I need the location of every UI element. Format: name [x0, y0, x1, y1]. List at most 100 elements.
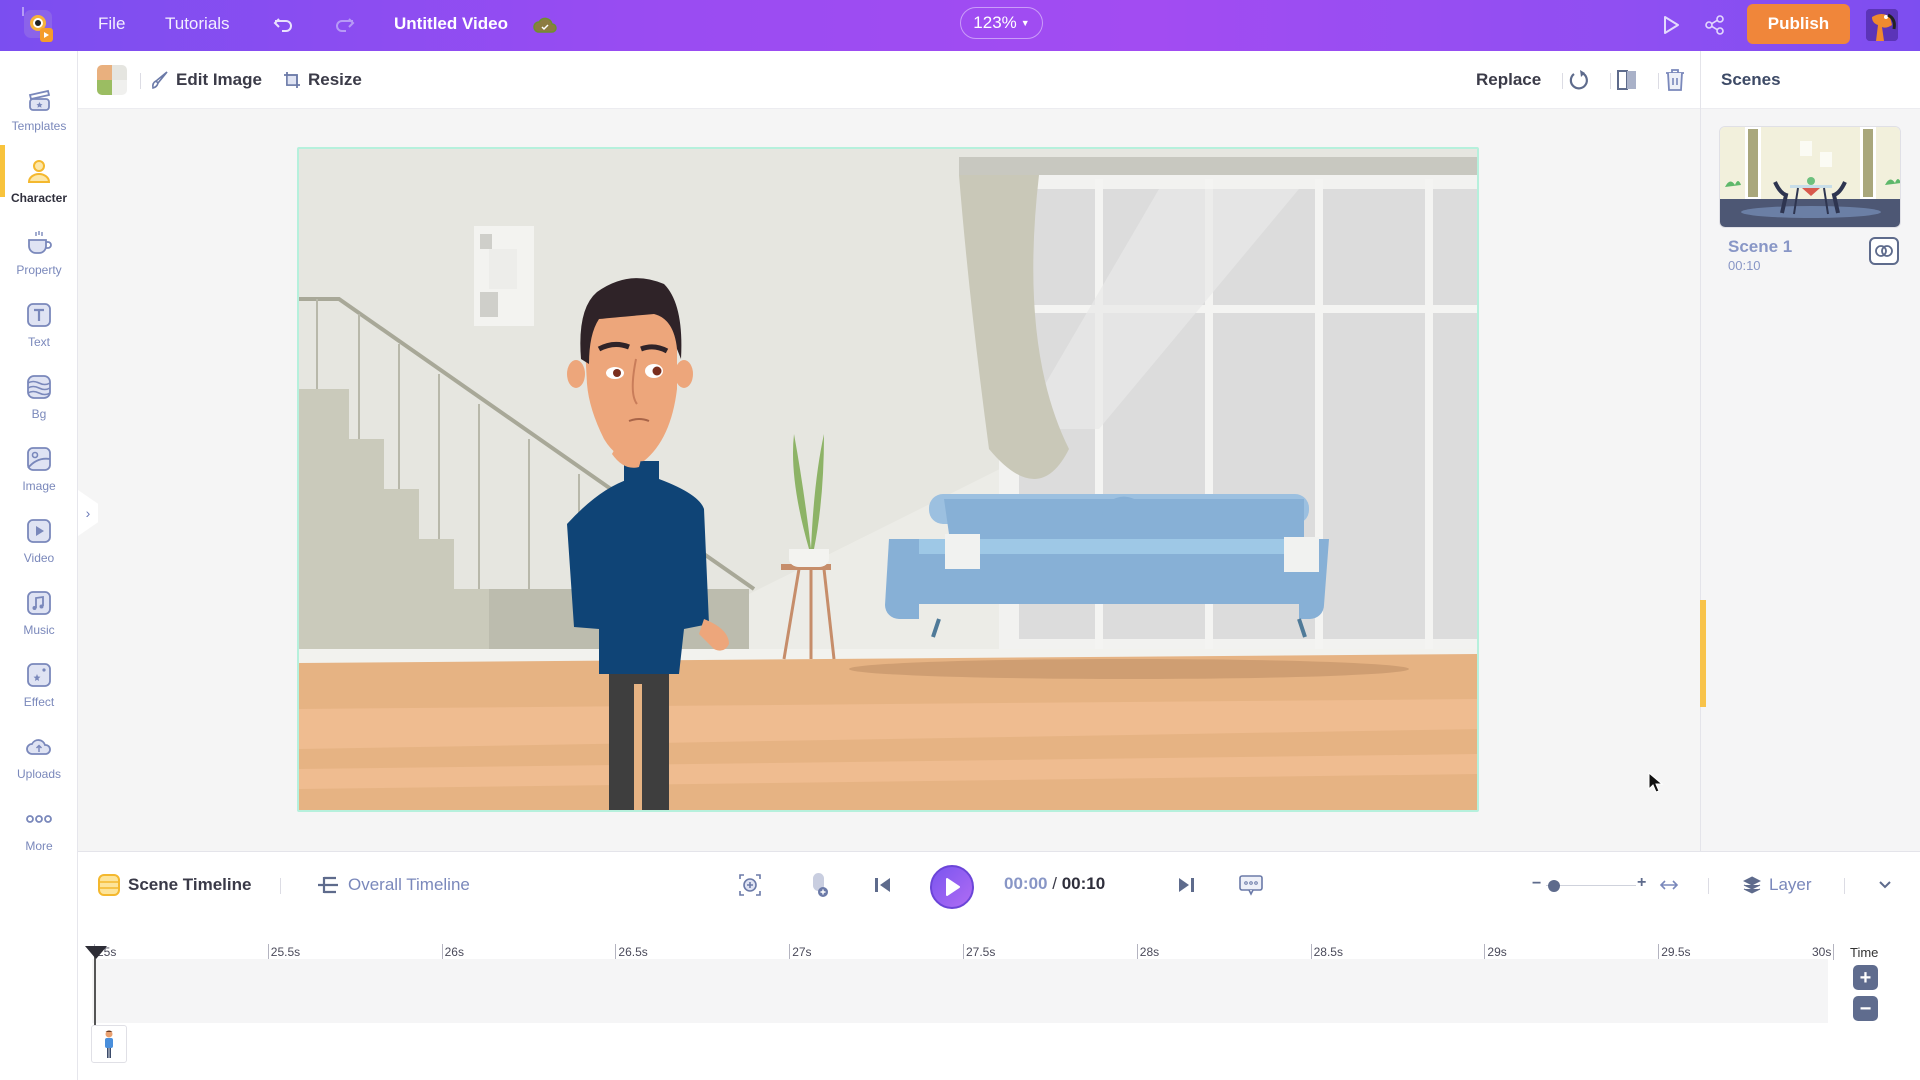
overall-timeline-icon	[318, 876, 338, 894]
collapse-timeline-button[interactable]	[1870, 870, 1900, 900]
undo-icon[interactable]	[270, 12, 296, 38]
layer-button[interactable]: Layer	[1743, 852, 1812, 918]
horizontal-arrows-icon	[1659, 880, 1679, 890]
scenes-title: Scenes	[1701, 51, 1920, 109]
tab-overall-timeline[interactable]: Overall Timeline	[316, 852, 470, 918]
skip-forward-icon	[1179, 878, 1194, 892]
voiceover-button[interactable]	[804, 870, 834, 900]
sidebar-item-label: Text	[27, 335, 50, 349]
subtitles-button[interactable]	[1236, 870, 1266, 900]
play-icon	[946, 878, 960, 896]
video-canvas[interactable]	[297, 147, 1479, 812]
project-title[interactable]: Untitled Video	[394, 0, 508, 51]
play-outline-icon[interactable]	[1658, 12, 1684, 38]
effect-icon	[27, 663, 51, 687]
add-camera-button[interactable]	[735, 870, 765, 900]
flip-button[interactable]	[1616, 51, 1638, 109]
panel-resize-handle[interactable]	[1700, 600, 1706, 707]
play-button[interactable]	[930, 865, 974, 909]
total-time: 00:10	[1061, 874, 1106, 893]
templates-icon	[28, 89, 51, 111]
sidebar-item-label: Templates	[11, 119, 67, 133]
sidebar-item-effect[interactable]: Effect	[0, 647, 78, 719]
camera-focus-icon	[739, 874, 761, 896]
text-icon	[27, 303, 51, 327]
ruler-tick: 29s	[1484, 944, 1507, 960]
skip-forward-button[interactable]	[1171, 870, 1201, 900]
scene-transition-button[interactable]	[1869, 237, 1899, 265]
resize-button[interactable]: Resize	[282, 51, 362, 109]
slider-knob[interactable]	[1548, 880, 1560, 892]
sidebar-item-label: Uploads	[16, 767, 62, 781]
skip-back-button[interactable]	[868, 870, 898, 900]
timeline-zoom-slider[interactable]: − +	[1532, 874, 1652, 898]
resize-label: Resize	[308, 70, 362, 89]
share-icon[interactable]	[1702, 12, 1728, 38]
flip-icon	[1617, 70, 1636, 90]
current-time: 00:00	[1004, 874, 1048, 893]
tutorials-menu[interactable]: Tutorials	[165, 0, 230, 51]
character-layer-chip[interactable]	[91, 1025, 127, 1063]
tab-label: Scene Timeline	[128, 875, 252, 894]
scene-name[interactable]: Scene 1	[1728, 237, 1792, 257]
delete-button[interactable]	[1664, 51, 1686, 109]
playhead-handle[interactable]	[85, 946, 107, 959]
sidebar-item-more[interactable]: More	[0, 791, 78, 863]
replace-label: Replace	[1476, 70, 1542, 89]
rotate-button[interactable]	[1568, 51, 1590, 109]
scene-duration: 00:10	[1728, 258, 1761, 273]
sidebar-item-property[interactable]: Property	[0, 215, 78, 287]
sidebar-item-label: Image	[22, 479, 56, 493]
file-menu[interactable]: File	[98, 0, 125, 51]
image-icon	[27, 447, 51, 471]
sidebar-item-video[interactable]: Video	[0, 503, 78, 575]
app-logo[interactable]	[20, 6, 60, 46]
sidebar-item-uploads[interactable]: Uploads	[0, 719, 78, 791]
replace-button[interactable]: Replace	[1476, 51, 1541, 109]
sidebar-item-character[interactable]: Character	[0, 143, 78, 215]
ruler-tick: 25.5s	[267, 944, 300, 960]
edit-image-label: Edit Image	[176, 70, 262, 89]
sidebar-item-bg[interactable]: Bg	[0, 359, 78, 431]
plus-icon: +	[1637, 874, 1647, 891]
paintbrush-icon	[152, 71, 168, 89]
color-swatch-button[interactable]	[97, 65, 127, 95]
cloud-check-icon	[532, 12, 558, 38]
time-separator: /	[1052, 874, 1057, 893]
tab-scene-timeline[interactable]: Scene Timeline	[98, 852, 251, 918]
sidebar-item-templates[interactable]: Templates	[0, 71, 78, 143]
sidebar-item-text[interactable]: Text	[0, 287, 78, 359]
edit-image-button[interactable]: Edit Image	[150, 51, 262, 109]
zoom-level-value: 123%	[973, 13, 1017, 32]
fit-timeline-button[interactable]	[1654, 870, 1684, 900]
trash-icon	[1666, 69, 1684, 91]
redo-icon[interactable]	[332, 12, 358, 38]
sidebar-item-image[interactable]: Image	[0, 431, 78, 503]
timeline-track[interactable]	[92, 959, 1828, 1023]
top-bar: File Tutorials Untitled Video 123% ▼ Pub…	[0, 0, 1920, 51]
element-toolbar: Edit Image Resize Replace	[78, 51, 1700, 109]
scene-thumbnail[interactable]	[1719, 126, 1901, 228]
user-avatar[interactable]	[1866, 9, 1898, 41]
ruler-tick: 27s	[789, 944, 812, 960]
upload-cloud-icon	[26, 739, 51, 755]
ruler-tick: 28s	[1136, 944, 1159, 960]
character-thumbnail-icon	[105, 1030, 113, 1058]
tab-label: Overall Timeline	[348, 875, 470, 894]
sidebar-item-label: Character	[10, 191, 68, 205]
ruler-tick: 30s	[1810, 944, 1835, 960]
sidebar-item-music[interactable]: Music	[0, 575, 78, 647]
sidebar-item-label: Bg	[31, 407, 47, 421]
publish-button[interactable]: Publish	[1747, 4, 1850, 44]
sidebar-item-label: Video	[23, 551, 55, 565]
zoom-level-dropdown[interactable]: 123% ▼	[960, 7, 1043, 39]
time-zoom-out-button[interactable]: −	[1853, 996, 1878, 1021]
sidebar-item-label: Music	[23, 623, 55, 637]
transition-icon	[1875, 245, 1893, 257]
ruler-tick: 28.5s	[1310, 944, 1343, 960]
rotate-icon	[1569, 70, 1588, 90]
minus-icon: −	[1532, 875, 1542, 892]
ruler-tick: 26.5s	[615, 944, 648, 960]
sidebar-item-label: Property	[16, 263, 62, 277]
time-zoom-in-button[interactable]: +	[1853, 965, 1878, 990]
